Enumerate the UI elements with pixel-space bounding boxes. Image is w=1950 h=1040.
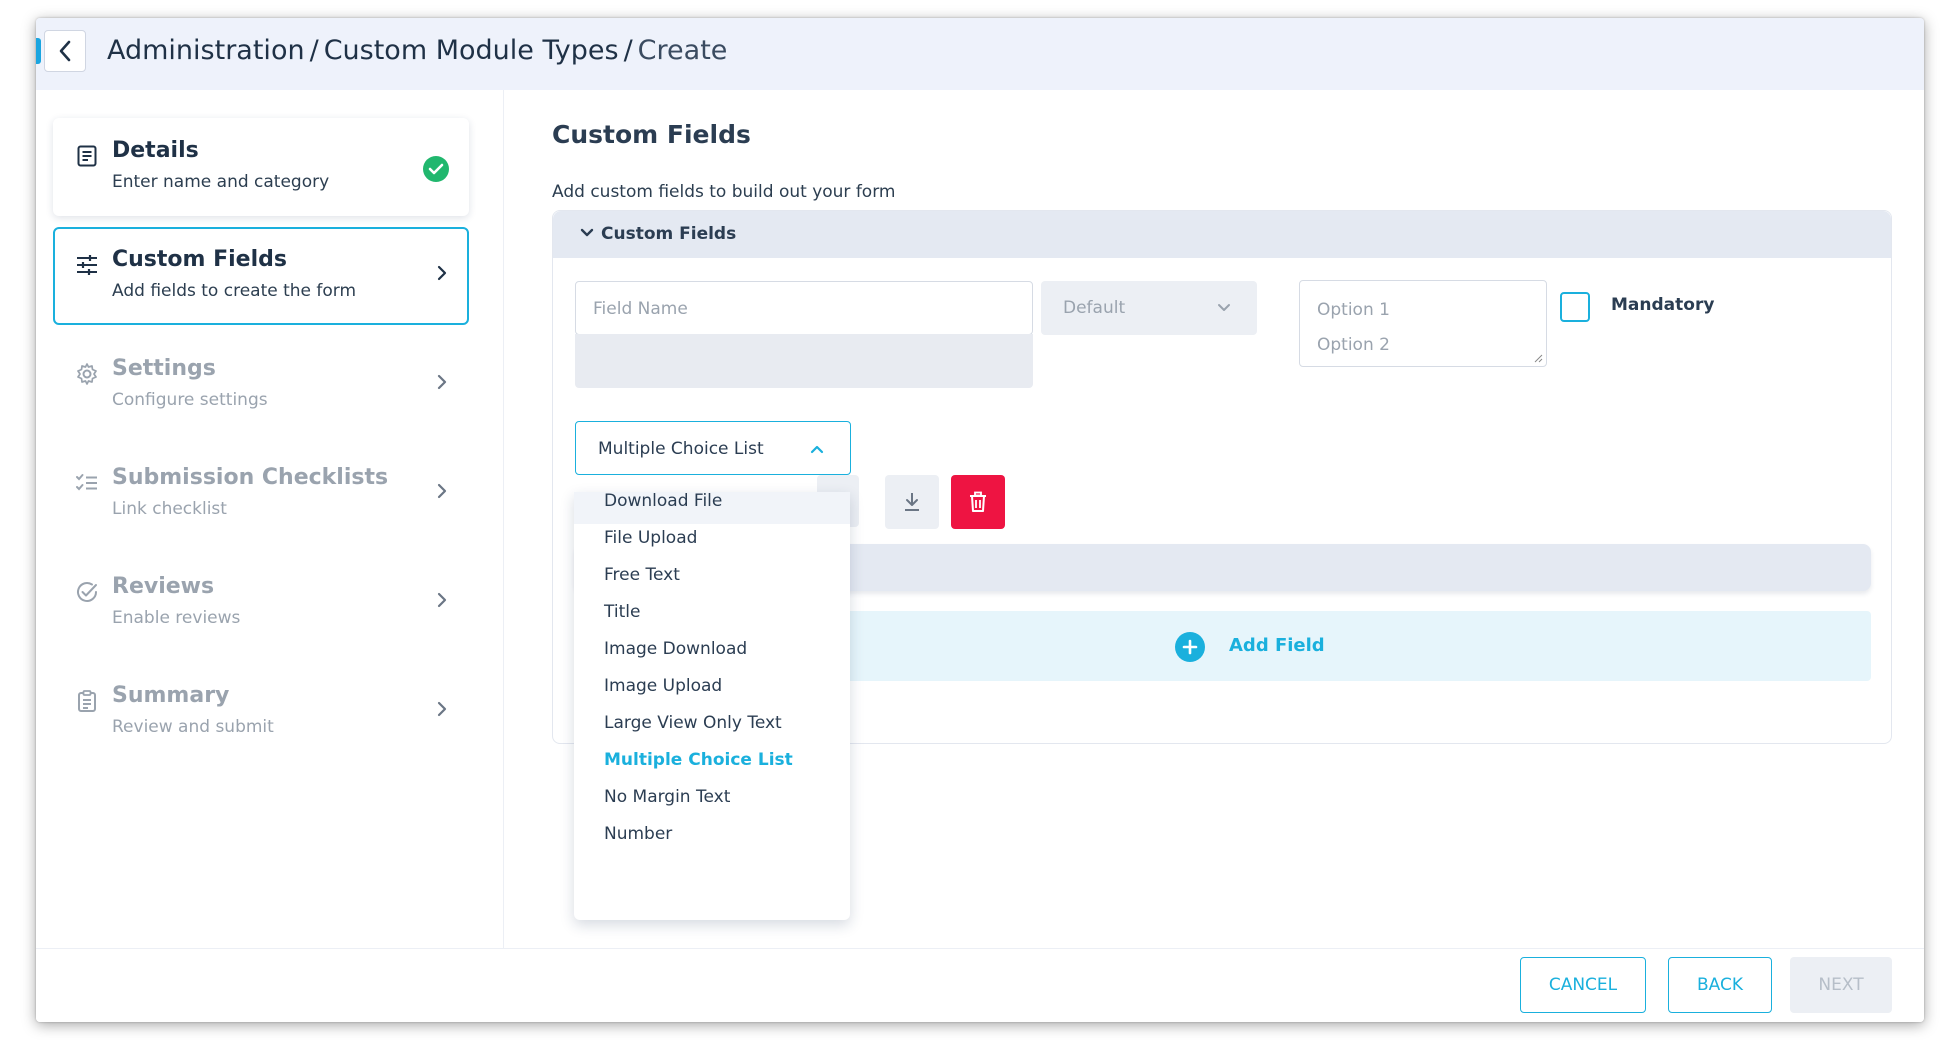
step-reviews[interactable]: Reviews Enable reviews xyxy=(53,554,469,652)
page-title: Custom Fields xyxy=(552,120,751,149)
step-title: Submission Checklists xyxy=(112,465,389,490)
top-bar: Administration / Custom Module Types / Creat… xyxy=(36,18,1924,90)
gear-icon xyxy=(77,363,97,385)
next-button[interactable]: NEXT xyxy=(1790,957,1892,1013)
field-name-input[interactable]: Field Name xyxy=(575,281,1033,335)
step-subtitle: Enter name and category xyxy=(112,172,330,192)
check-circle-icon xyxy=(77,582,97,602)
default-select[interactable]: Default xyxy=(1041,281,1257,335)
document-icon xyxy=(77,145,97,167)
step-title: Reviews xyxy=(112,574,215,599)
wizard-steps-sidebar: Details Enter name and category Custom F… xyxy=(36,90,504,948)
plus-circle-icon xyxy=(1175,632,1205,662)
delete-field-button[interactable] xyxy=(951,475,1005,529)
chevron-down-icon xyxy=(580,228,594,237)
chevron-up-icon xyxy=(810,445,824,454)
option-line: Option 2 xyxy=(1317,335,1390,355)
breadcrumb-custom-module-types[interactable]: Custom Module Types xyxy=(324,35,619,66)
back-arrow-button[interactable] xyxy=(44,30,86,72)
sliders-icon xyxy=(77,255,97,275)
step-subtitle: Add fields to create the form xyxy=(112,281,357,301)
options-textarea[interactable]: Option 1 Option 2 xyxy=(1299,280,1547,367)
chevron-right-icon xyxy=(437,374,447,390)
cancel-button[interactable]: CANCEL xyxy=(1520,957,1646,1013)
step-title: Settings xyxy=(112,356,216,381)
step-subtitle: Configure settings xyxy=(112,390,268,410)
breadcrumb-administration[interactable]: Administration xyxy=(107,35,305,66)
step-custom-fields[interactable]: Custom Fields Add fields to create the f… xyxy=(53,227,469,325)
step-title: Details xyxy=(112,138,199,163)
step-title: Summary xyxy=(112,683,230,708)
option-line: Option 1 xyxy=(1317,300,1390,320)
field-name-underlay xyxy=(575,334,1033,388)
field-type-value: Multiple Choice List xyxy=(598,439,764,459)
chevron-right-icon xyxy=(437,701,447,717)
step-details[interactable]: Details Enter name and category xyxy=(53,118,469,216)
step-settings[interactable]: Settings Configure settings xyxy=(53,336,469,434)
dropdown-option[interactable]: Number xyxy=(574,811,850,857)
add-field-label: Add Field xyxy=(1229,635,1325,656)
download-icon xyxy=(905,493,919,511)
mandatory-label: Mandatory xyxy=(1611,295,1715,315)
step-submission-checklists[interactable]: Submission Checklists Link checklist xyxy=(53,445,469,543)
complete-check-icon xyxy=(423,156,449,182)
field-type-dropdown-menu: Download File File Upload Free Text Titl… xyxy=(574,492,850,920)
panel-header[interactable]: Custom Fields xyxy=(553,211,1891,258)
back-button[interactable]: BACK xyxy=(1668,957,1772,1013)
trash-icon xyxy=(970,491,986,512)
step-subtitle: Link checklist xyxy=(112,499,227,519)
chevron-right-icon xyxy=(437,483,447,499)
mandatory-checkbox[interactable] xyxy=(1560,292,1590,322)
step-subtitle: Review and submit xyxy=(112,717,274,737)
breadcrumb-separator: / xyxy=(623,35,633,66)
side-panel-toggle[interactable] xyxy=(36,38,41,64)
step-title: Custom Fields xyxy=(112,247,287,272)
field-type-select[interactable]: Multiple Choice List xyxy=(575,421,851,475)
panel-title: Custom Fields xyxy=(601,224,737,244)
chevron-down-icon xyxy=(1218,304,1230,311)
breadcrumb: Administration / Custom Module Types / Creat… xyxy=(107,35,727,66)
chevron-left-icon xyxy=(59,40,71,62)
clipboard-icon xyxy=(78,690,96,712)
default-select-value: Default xyxy=(1063,298,1126,318)
breadcrumb-separator: / xyxy=(309,35,319,66)
breadcrumb-create: Create xyxy=(637,35,728,66)
step-subtitle: Enable reviews xyxy=(112,608,241,628)
download-button[interactable] xyxy=(885,475,939,529)
chevron-right-icon xyxy=(437,592,447,608)
resize-handle-icon[interactable] xyxy=(1534,354,1543,363)
footer-actions: CANCEL BACK NEXT xyxy=(36,948,1924,1022)
main-content: Custom Fields Add custom fields to build… xyxy=(504,90,1924,948)
page-description: Add custom fields to build out your form xyxy=(552,182,896,202)
app-window: Administration / Custom Module Types / Creat… xyxy=(36,18,1924,1022)
step-summary[interactable]: Summary Review and submit xyxy=(53,663,469,761)
checklist-icon xyxy=(76,474,97,491)
chevron-right-icon xyxy=(437,265,447,281)
